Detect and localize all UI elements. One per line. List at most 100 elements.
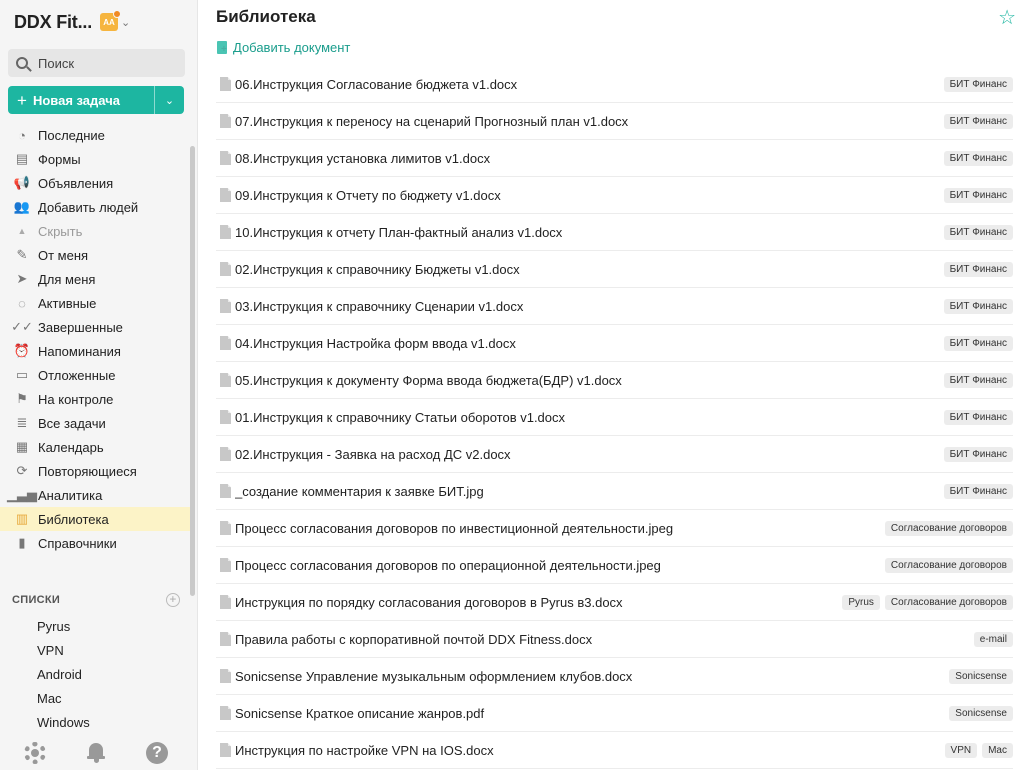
help-icon[interactable]: ? <box>146 742 168 764</box>
sidebar-item-collapse[interactable]: ▲ Скрыть <box>0 219 190 243</box>
sidebar-item-forms[interactable]: ▤ Формы <box>0 147 190 171</box>
workspace-switcher[interactable]: DDX Fit... AA ⌄ <box>14 10 130 34</box>
document-name[interactable]: Sonicsense Краткое описание жанров.pdf <box>235 706 949 721</box>
sidebar-item-active[interactable]: ◌ Активные <box>0 291 190 315</box>
document-row[interactable]: Инструкция по порядку согласования догов… <box>216 584 1013 621</box>
document-name[interactable]: 07.Инструкция к переносу на сценарий Про… <box>235 114 944 129</box>
document-name[interactable]: 01.Инструкция к справочнику Статьи оборо… <box>235 410 944 425</box>
document-row[interactable]: 02.Инструкция - Заявка на расход ДС v2.d… <box>216 436 1013 473</box>
document-name[interactable]: 05.Инструкция к документу Форма ввода бю… <box>235 373 944 388</box>
document-name[interactable]: 06.Инструкция Согласование бюджета v1.do… <box>235 77 944 92</box>
tag-badge[interactable]: Pyrus <box>842 594 880 610</box>
document-row[interactable]: Инструкция по настройке VPN на IOS.docx V… <box>216 732 1013 769</box>
document-row[interactable]: 03.Инструкция к справочнику Сценарии v1.… <box>216 288 1013 325</box>
document-row[interactable]: 04.Инструкция Настройка форм ввода v1.do… <box>216 325 1013 362</box>
document-row[interactable]: 09.Инструкция к Отчету по бюджету v1.doc… <box>216 177 1013 214</box>
document-name[interactable]: Правила работы с корпоративной почтой DD… <box>235 632 974 647</box>
document-tags: VPN Mac <box>944 742 1013 758</box>
list-item[interactable]: Android <box>0 662 190 686</box>
document-name[interactable]: 09.Инструкция к Отчету по бюджету v1.doc… <box>235 188 944 203</box>
tag-badge[interactable]: VPN <box>944 742 978 758</box>
add-document-link[interactable]: Добавить документ <box>217 40 350 55</box>
document-row[interactable]: 08.Инструкция установка лимитов v1.docx Б… <box>216 140 1013 177</box>
list-item[interactable]: Mac <box>0 686 190 710</box>
document-name[interactable]: Процесс согласования договоров по инвест… <box>235 521 885 536</box>
workspace-name[interactable]: DDX Fit... <box>14 12 92 33</box>
tag-badge[interactable]: БИТ Финанс <box>943 335 1013 351</box>
sidebar-item-clock[interactable]: ◔ Последние <box>0 123 190 147</box>
document-name[interactable]: 08.Инструкция установка лимитов v1.docx <box>235 151 944 166</box>
sidebar-item-send[interactable]: ➤ Для меня <box>0 267 190 291</box>
tag-badge[interactable]: Mac <box>982 742 1013 758</box>
tag-badge[interactable]: БИТ Финанс <box>943 150 1013 166</box>
document-row[interactable]: _создание комментария к заявке БИТ.jpg БИ… <box>216 473 1013 510</box>
document-name[interactable]: 04.Инструкция Настройка форм ввода v1.do… <box>235 336 944 351</box>
document-row[interactable]: 01.Инструкция к справочнику Статьи оборо… <box>216 399 1013 436</box>
document-row[interactable]: 06.Инструкция Согласование бюджета v1.do… <box>216 66 1013 103</box>
sidebar-scrollbar[interactable] <box>190 146 195 596</box>
document-name[interactable]: Sonicsense Управление музыкальным оформл… <box>235 669 949 684</box>
star-icon[interactable]: ☆ <box>998 5 1016 30</box>
tag-badge[interactable]: Sonicsense <box>949 705 1013 721</box>
tag-badge[interactable]: Согласование договоров <box>884 594 1013 610</box>
tag-badge[interactable]: БИТ Финанс <box>943 76 1013 92</box>
document-row[interactable]: 05.Инструкция к документу Форма ввода бю… <box>216 362 1013 399</box>
new-task-dropdown[interactable]: ⌄ <box>154 86 184 114</box>
avatar[interactable]: AA <box>100 10 121 31</box>
sidebar-item-megaphone[interactable]: 📢 Объявления <box>0 171 190 195</box>
sidebar-item-calendar[interactable]: ▦ Календарь <box>0 435 190 459</box>
gear-icon[interactable] <box>24 742 46 764</box>
sidebar-item-analytics[interactable]: ▁▃▅ Аналитика <box>0 483 190 507</box>
sidebar-item-book[interactable]: ▮ Справочники <box>0 531 190 555</box>
document-row[interactable]: 02.Инструкция к справочнику Бюджеты v1.d… <box>216 251 1013 288</box>
tag-badge[interactable]: БИТ Финанс <box>943 187 1013 203</box>
tag-badge[interactable]: Согласование договоров <box>884 557 1013 573</box>
sidebar-item-done[interactable]: ✓✓ Завершенные <box>0 315 190 339</box>
search-box[interactable] <box>8 49 185 77</box>
tag-badge[interactable]: БИТ Финанс <box>943 409 1013 425</box>
list-item[interactable]: Pyrus <box>0 614 190 638</box>
list-item[interactable]: Windows <box>0 710 190 734</box>
document-row[interactable]: Sonicsense Краткое описание жанров.pdf So… <box>216 695 1013 732</box>
sidebar-item-add-people[interactable]: 👥 Добавить людей <box>0 195 190 219</box>
document-row[interactable]: Sonicsense Управление музыкальным оформл… <box>216 658 1013 695</box>
add-list-icon[interactable]: + <box>166 593 180 607</box>
new-task-button[interactable]: + Новая задача ⌄ <box>8 86 184 114</box>
document-name[interactable]: Процесс согласования договоров по операц… <box>235 558 885 573</box>
tag-badge[interactable]: БИТ Финанс <box>943 446 1013 462</box>
tag-badge[interactable]: БИТ Финанс <box>943 224 1013 240</box>
document-row[interactable]: Правила работы с корпоративной почтой DD… <box>216 621 1013 658</box>
sidebar-item-library[interactable]: ▥ Библиотека <box>0 507 190 531</box>
list-item[interactable]: VPN <box>0 638 190 662</box>
sidebar-item-repeat[interactable]: ⟳ Повторяющиеся <box>0 459 190 483</box>
tag-badge[interactable]: Sonicsense <box>949 668 1013 684</box>
document-name[interactable]: 10.Инструкция к отчету План-фактный анал… <box>235 225 944 240</box>
document-name[interactable]: 03.Инструкция к справочнику Сценарии v1.… <box>235 299 944 314</box>
chevron-down-icon[interactable]: ⌄ <box>121 16 130 29</box>
tag-badge[interactable]: БИТ Финанс <box>943 372 1013 388</box>
document-row[interactable]: 10.Инструкция к отчету План-фактный анал… <box>216 214 1013 251</box>
sidebar-item-archive[interactable]: ▭ Отложенные <box>0 363 190 387</box>
bell-icon[interactable] <box>87 742 105 763</box>
sidebar-item-flag[interactable]: ⚑ На контроле <box>0 387 190 411</box>
document-row[interactable]: 07.Инструкция к переносу на сценарий Про… <box>216 103 1013 140</box>
tag-badge[interactable]: Согласование договоров <box>884 520 1013 536</box>
document-name[interactable]: Инструкция по настройке VPN на IOS.docx <box>235 743 945 758</box>
tag-badge[interactable]: e-mail <box>973 631 1013 647</box>
tag-badge[interactable]: БИТ Финанс <box>943 261 1013 277</box>
document-name[interactable]: _создание комментария к заявке БИТ.jpg <box>235 484 944 499</box>
document-row[interactable]: Процесс согласования договоров по инвест… <box>216 510 1013 547</box>
document-row[interactable]: Процесс согласования договоров по операц… <box>216 547 1013 584</box>
tag-badge[interactable]: БИТ Финанс <box>943 483 1013 499</box>
sidebar-item-alarm[interactable]: ⏰ Напоминания <box>0 339 190 363</box>
document-name[interactable]: Инструкция по порядку согласования догов… <box>235 595 842 610</box>
sidebar-item-pencil[interactable]: ✎ От меня <box>0 243 190 267</box>
new-task-main[interactable]: + Новая задача <box>8 86 154 114</box>
document-name[interactable]: 02.Инструкция к справочнику Бюджеты v1.d… <box>235 262 944 277</box>
sidebar-item-stack[interactable]: ≣ Все задачи <box>0 411 190 435</box>
tag-badge[interactable]: БИТ Финанс <box>943 298 1013 314</box>
search-input[interactable] <box>38 55 178 71</box>
document-name[interactable]: 02.Инструкция - Заявка на расход ДС v2.d… <box>235 447 944 462</box>
tag-badge[interactable]: БИТ Финанс <box>943 113 1013 129</box>
document-tags: БИТ Финанс <box>943 298 1013 314</box>
